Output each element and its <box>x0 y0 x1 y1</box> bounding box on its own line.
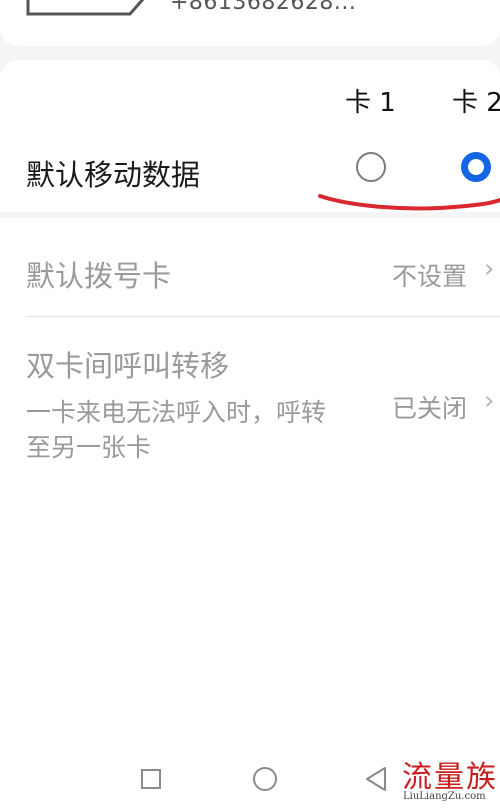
call-forwarding-desc-line2: 至另一张卡 <box>26 433 152 462</box>
card1-column-header: 卡 1 <box>345 88 396 118</box>
call-forwarding-title[interactable]: 双卡间呼叫转移 <box>26 343 229 385</box>
call-forwarding-desc-line1: 一卡来电无法呼入时，呼转 <box>26 398 327 427</box>
chevron-right-icon: › <box>484 254 495 284</box>
chevron-right-icon: › <box>484 386 495 416</box>
back-triangle-icon[interactable] <box>364 766 388 792</box>
sim-card-info[interactable]: +8613682628... <box>0 0 500 46</box>
default-dial-card-title[interactable]: 默认拨号卡 <box>26 253 171 295</box>
default-dial-card-value[interactable]: 不设置 <box>392 257 467 293</box>
call-forwarding-value[interactable]: 已关闭 <box>392 389 467 425</box>
card2-column-header: 卡 2 <box>452 88 500 118</box>
dual-sim-settings-panel <box>0 218 500 808</box>
card1-radio[interactable] <box>356 152 386 182</box>
red-annotation-stroke <box>318 194 500 211</box>
watermark-url: LiuLiangZu.com <box>403 791 486 802</box>
phone-number: +8613682628... <box>170 0 357 15</box>
sim-card-icon <box>26 0 145 16</box>
home-circle-icon[interactable] <box>253 767 277 791</box>
watermark-logo: 流量族 <box>402 760 498 795</box>
recents-square-icon[interactable] <box>141 769 161 789</box>
row-divider <box>26 316 500 317</box>
card2-radio[interactable] <box>461 152 491 182</box>
